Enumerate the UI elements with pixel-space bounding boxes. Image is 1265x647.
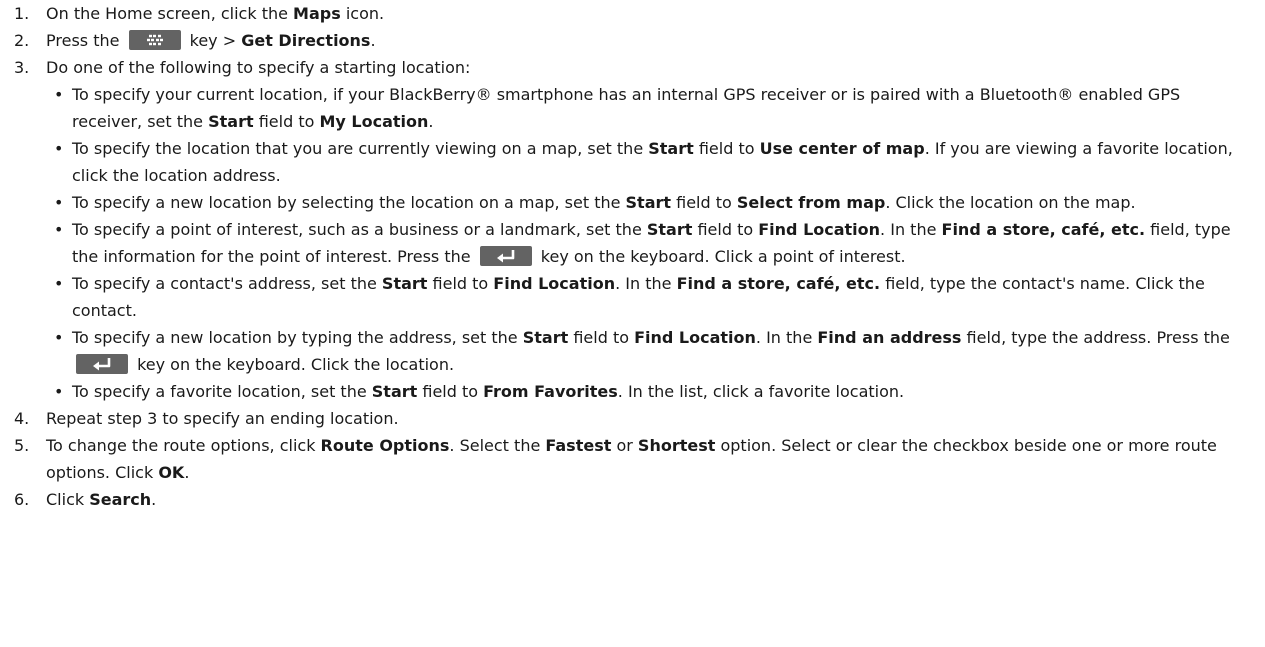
text-run: On the Home screen, click the	[46, 4, 294, 23]
bold-term: Route Options	[320, 436, 450, 455]
bold-term: Start	[648, 139, 694, 158]
step-item: 6. Click Search.	[14, 486, 1253, 513]
text-run: field to	[417, 382, 484, 401]
text-run: key on the keyboard. Click the location.	[132, 355, 455, 374]
text-run: To specify a new location by selecting t…	[72, 193, 626, 212]
bullet-icon: •	[54, 274, 64, 293]
step-number: 4.	[14, 409, 30, 428]
step-text: Click Search.	[46, 486, 1253, 513]
bold-term: Get Directions	[241, 31, 371, 50]
bold-term: Start	[208, 112, 254, 131]
text-run: To specify the location that you are cur…	[72, 139, 649, 158]
step-number: 2.	[14, 31, 30, 50]
text-run: . In the	[880, 220, 942, 239]
bullet-item: • To specify a contact's address, set the…	[46, 270, 1253, 324]
enter-key-icon	[479, 245, 532, 266]
step-number: 1.	[14, 4, 30, 23]
bold-term: My Location	[319, 112, 429, 131]
bold-term: Start	[646, 220, 693, 239]
step-number: 6.	[14, 490, 30, 509]
text-run: To specify a point of interest, such as …	[72, 220, 647, 239]
text-run: Press the	[46, 31, 125, 50]
text-run: . In the	[755, 328, 818, 347]
bullet-item: • To specify your current location, if yo…	[46, 81, 1253, 135]
step-text: To change the route options, click Route…	[46, 432, 1253, 486]
bold-term: Find Location	[493, 274, 616, 293]
bullet-icon: •	[54, 220, 64, 239]
text-run: field to	[693, 139, 760, 158]
text-run: key on the keyboard. Click a point of in…	[535, 247, 906, 266]
text-run: icon.	[340, 4, 385, 23]
text-run: key >	[184, 31, 242, 50]
bold-term: Maps	[293, 4, 341, 23]
bold-term: Use center of map	[759, 139, 925, 158]
bullet-icon: •	[54, 328, 64, 347]
step-text: On the Home screen, click the Maps icon.	[46, 0, 1253, 27]
bold-term: Start	[381, 274, 428, 293]
steps-list: 1. On the Home screen, click the Maps ico…	[14, 0, 1253, 513]
step-text: Repeat step 3 to specify an ending locat…	[46, 405, 1253, 432]
bold-term: Search	[89, 490, 152, 509]
step-item: 5. To change the route options, click Rou…	[14, 432, 1253, 486]
step-item: 3. Do one of the following to specify a s…	[14, 54, 1253, 405]
step-text: Do one of the following to specify a sta…	[46, 54, 1253, 81]
text-run: . In the list, click a favorite location…	[617, 382, 905, 401]
sub-bullet-list: • To specify your current location, if yo…	[46, 81, 1253, 405]
step-text: Press the key > Get Directions.	[46, 27, 1253, 54]
bullet-item: • To specify a new location by typing the…	[46, 324, 1253, 378]
text-run: .	[370, 31, 376, 50]
text-run: Repeat step 3 to specify an ending locat…	[46, 409, 399, 428]
bold-term: Start	[371, 382, 418, 401]
text-run: .	[151, 490, 157, 509]
text-run: .	[428, 112, 434, 131]
menu-key-icon	[128, 29, 181, 50]
text-run: or	[611, 436, 638, 455]
bullet-item: • To specify a new location by selecting …	[46, 189, 1253, 216]
step-number: 3.	[14, 58, 30, 77]
text-run: Click	[46, 490, 90, 509]
bullet-icon: •	[54, 193, 64, 212]
text-run: field to	[253, 112, 320, 131]
step-item: 4. Repeat step 3 to specify an ending loc…	[14, 405, 1253, 432]
text-run: . Select the	[449, 436, 546, 455]
step-item: 1. On the Home screen, click the Maps ico…	[14, 0, 1253, 27]
bold-term: Fastest	[545, 436, 612, 455]
text-run: .	[184, 463, 190, 482]
enter-key-icon	[76, 353, 128, 374]
bold-term: Start	[625, 193, 672, 212]
bold-term: OK	[158, 463, 185, 482]
text-run: To specify a favorite location, set the	[72, 382, 372, 401]
text-run: field to	[692, 220, 759, 239]
text-run: To specify a contact's address, set the	[72, 274, 382, 293]
bold-term: Find an address	[817, 328, 962, 347]
bold-term: Find a store, café, etc.	[676, 274, 881, 293]
bold-term: Find Location	[758, 220, 881, 239]
text-run: field to	[427, 274, 494, 293]
text-run: field to	[568, 328, 635, 347]
bullet-item: • To specify the location that you are cu…	[46, 135, 1253, 189]
bullet-icon: •	[54, 139, 64, 158]
bold-term: Select from map	[736, 193, 886, 212]
step-number: 5.	[14, 436, 30, 455]
bullet-icon: •	[54, 85, 64, 104]
instruction-document: 1. On the Home screen, click the Maps ico…	[0, 0, 1265, 513]
text-run: field, type the address. Press the	[961, 328, 1230, 347]
text-run: . In the	[615, 274, 677, 293]
bullet-item: • To specify a point of interest, such as…	[46, 216, 1253, 270]
text-run: Do one of the following to specify a sta…	[46, 58, 471, 77]
bold-term: Shortest	[637, 436, 716, 455]
bold-term: Find Location	[634, 328, 756, 347]
text-run: To specify a new location by typing the …	[72, 328, 523, 347]
text-run: . Click the location on the map.	[885, 193, 1136, 212]
bullet-item: • To specify a favorite location, set the…	[46, 378, 1253, 405]
bold-term: From Favorites	[483, 382, 618, 401]
bold-term: Start	[522, 328, 569, 347]
bold-term: Find a store, café, etc.	[941, 220, 1146, 239]
step-item: 2. Press the key > Get Directions.	[14, 27, 1253, 54]
bullet-icon: •	[54, 382, 64, 401]
text-run: To change the route options, click	[46, 436, 321, 455]
text-run: field to	[671, 193, 737, 212]
